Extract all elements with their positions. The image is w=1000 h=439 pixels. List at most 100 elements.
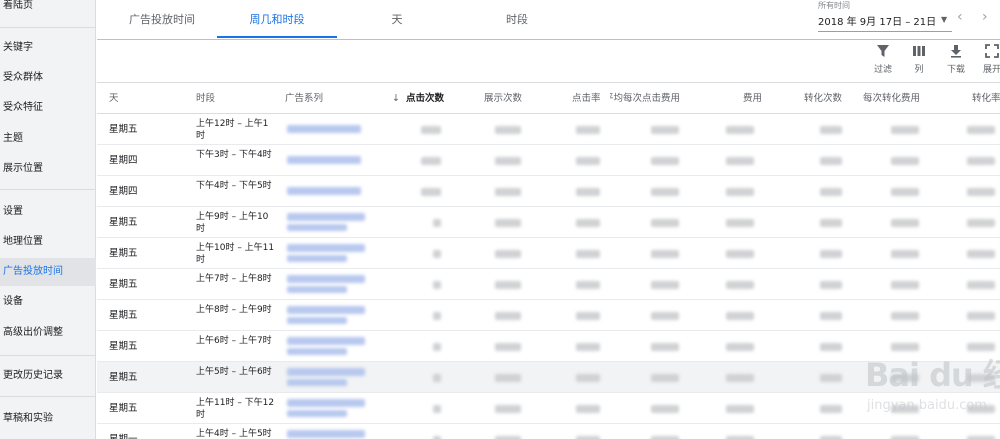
metric-value-redacted <box>576 219 600 227</box>
filter-label: 过滤 <box>873 65 892 75</box>
sidebar-divider <box>0 355 96 356</box>
day-cell: 星期四 <box>109 155 138 166</box>
table-row[interactable]: 星期五 上午10时 – 上午11时 <box>97 238 1000 269</box>
campaign-link-redacted[interactable] <box>287 125 361 133</box>
metric-value-redacted <box>495 374 521 382</box>
tab-day-and-hour[interactable]: 周几和时段 <box>217 0 337 38</box>
hour-cell: 上午5时 – 上午6时 <box>196 367 272 377</box>
sidebar-item-demographics[interactable]: 受众特征 <box>0 94 96 122</box>
campaign-link-redacted[interactable] <box>287 337 365 345</box>
metric-value-redacted <box>726 312 754 320</box>
campaign-link-redacted[interactable] <box>287 410 347 417</box>
hour-cell: 上午6时 – 上午7时 <box>196 336 272 346</box>
column-header-cost-per-conv[interactable]: 每次转化费用 <box>863 83 920 114</box>
campaign-link-redacted[interactable] <box>287 399 365 407</box>
tab-bar: 广告投放时间 周几和时段 天 时段 所有时间 2018 年 9月 17日 – 2… <box>97 0 1000 40</box>
campaign-link-redacted[interactable] <box>287 317 347 324</box>
column-header-hour[interactable]: 时段 <box>196 83 215 114</box>
campaign-link-redacted[interactable] <box>287 286 347 293</box>
column-header-conv-rate[interactable]: 转化率 <box>972 83 1000 114</box>
sidebar-item-locations[interactable]: 地理位置 <box>0 228 96 256</box>
metric-value-redacted <box>576 188 600 196</box>
metric-value-redacted <box>651 343 679 351</box>
download-button[interactable]: 下载 <box>938 44 974 80</box>
campaign-link-redacted[interactable] <box>287 244 365 252</box>
metric-value-redacted <box>433 219 441 227</box>
metric-value-redacted <box>726 405 754 413</box>
metric-value-redacted <box>576 281 600 289</box>
tab-ad-schedule[interactable]: 广告投放时间 <box>107 0 217 38</box>
campaign-link-redacted[interactable] <box>287 430 365 438</box>
column-header-campaign[interactable]: 广告系列 <box>285 83 323 114</box>
campaign-link-redacted[interactable] <box>287 348 347 355</box>
table-row[interactable]: 星期五 上午7时 – 上午8时 <box>97 269 1000 300</box>
campaign-link-redacted[interactable] <box>287 156 361 164</box>
metric-value-redacted <box>726 343 754 351</box>
metric-value-redacted <box>891 157 919 165</box>
metric-value-redacted <box>495 281 521 289</box>
columns-label: 列 <box>914 65 924 75</box>
campaign-link-redacted[interactable] <box>287 368 365 376</box>
sidebar-item-drafts-experiments[interactable]: 草稿和实验 <box>0 405 96 433</box>
hour-cell: 上午9时 – 上午10时 <box>196 212 269 234</box>
metric-value-redacted <box>820 343 842 351</box>
table-row[interactable]: 星期五 上午8时 – 上午9时 <box>97 300 1000 331</box>
campaign-link-redacted[interactable] <box>287 379 347 386</box>
date-range-picker[interactable]: 所有时间 2018 年 9月 17日 – 21日 ▼ <box>818 0 952 34</box>
hour-cell: 上午7时 – 上午8时 <box>196 274 272 284</box>
filter-icon <box>877 45 889 57</box>
metric-value-redacted <box>495 405 521 413</box>
metric-value-redacted <box>820 250 842 258</box>
campaign-link-redacted[interactable] <box>287 213 365 221</box>
column-header-ctr[interactable]: 点击率 <box>572 83 601 114</box>
table-row[interactable]: 星期四 下午4时 – 下午5时 <box>97 176 1000 207</box>
sidebar-item-topics[interactable]: 主题 <box>0 125 96 153</box>
day-cell: 星期五 <box>109 124 138 135</box>
chevron-right-icon[interactable]: › <box>982 9 988 25</box>
column-header-cost[interactable]: 费用 <box>743 83 762 114</box>
campaign-link-redacted[interactable] <box>287 275 365 283</box>
tab-hour[interactable]: 时段 <box>477 0 557 38</box>
sidebar-item-devices[interactable]: 设备 <box>0 288 96 316</box>
table-row[interactable]: 星期五 上午9时 – 上午10时 <box>97 207 1000 238</box>
column-header-day[interactable]: 天 <box>109 83 119 114</box>
metric-value-redacted <box>433 250 441 258</box>
sidebar-item-advanced-bid-adj[interactable]: 高级出价调整 <box>0 319 96 347</box>
metric-value-redacted <box>820 157 842 165</box>
sidebar-item-change-history[interactable]: 更改历史记录 <box>0 362 96 390</box>
sort-down-icon[interactable]: ↓ <box>392 83 400 114</box>
sidebar-item-ad-schedule[interactable]: 广告投放时间 <box>0 258 96 286</box>
metric-value-redacted <box>495 188 521 196</box>
metric-value-redacted <box>891 219 919 227</box>
expand-button[interactable]: 展开 <box>974 44 1000 80</box>
table-row[interactable]: 星期五 上午12时 – 上午1时 <box>97 114 1000 145</box>
main-panel: 广告投放时间 周几和时段 天 时段 所有时间 2018 年 9月 17日 – 2… <box>97 0 1000 439</box>
download-icon <box>951 45 961 58</box>
metric-value-redacted <box>820 281 842 289</box>
fullscreen-icon <box>985 44 999 58</box>
campaign-link-redacted[interactable] <box>287 255 347 262</box>
sidebar-item-keywords[interactable]: 关键字 <box>0 34 96 62</box>
tab-day[interactable]: 天 <box>357 0 437 38</box>
sidebar-item-settings[interactable]: 设置 <box>0 198 96 226</box>
columns-button[interactable]: 列 <box>901 44 937 80</box>
column-header-avg-cpc[interactable]: 平均每次点击费用 <box>610 83 680 114</box>
chevron-left-icon[interactable]: ‹ <box>957 9 963 25</box>
metric-value-redacted <box>891 126 919 134</box>
sidebar-item-audiences[interactable]: 受众群体 <box>0 64 96 92</box>
date-range-underline <box>818 31 952 32</box>
column-header-clicks[interactable]: 点击次数 <box>406 83 444 114</box>
column-header-impressions[interactable]: 展示次数 <box>484 83 522 114</box>
metric-value-redacted <box>967 312 995 320</box>
sidebar-item-placements[interactable]: 展示位置 <box>0 155 96 183</box>
campaign-link-redacted[interactable] <box>287 224 347 231</box>
campaign-link-redacted[interactable] <box>287 187 361 195</box>
sidebar-item-landing-pages[interactable]: 着陆页 <box>0 0 96 20</box>
columns-icon <box>913 46 925 56</box>
metric-value-redacted <box>891 281 919 289</box>
table-row[interactable]: 星期四 下午3时 – 下午4时 <box>97 145 1000 176</box>
column-header-conversions[interactable]: 转化次数 <box>804 83 842 114</box>
campaign-link-redacted[interactable] <box>287 306 365 314</box>
filter-button[interactable]: 过滤 <box>865 44 901 80</box>
metric-value-redacted <box>576 343 600 351</box>
